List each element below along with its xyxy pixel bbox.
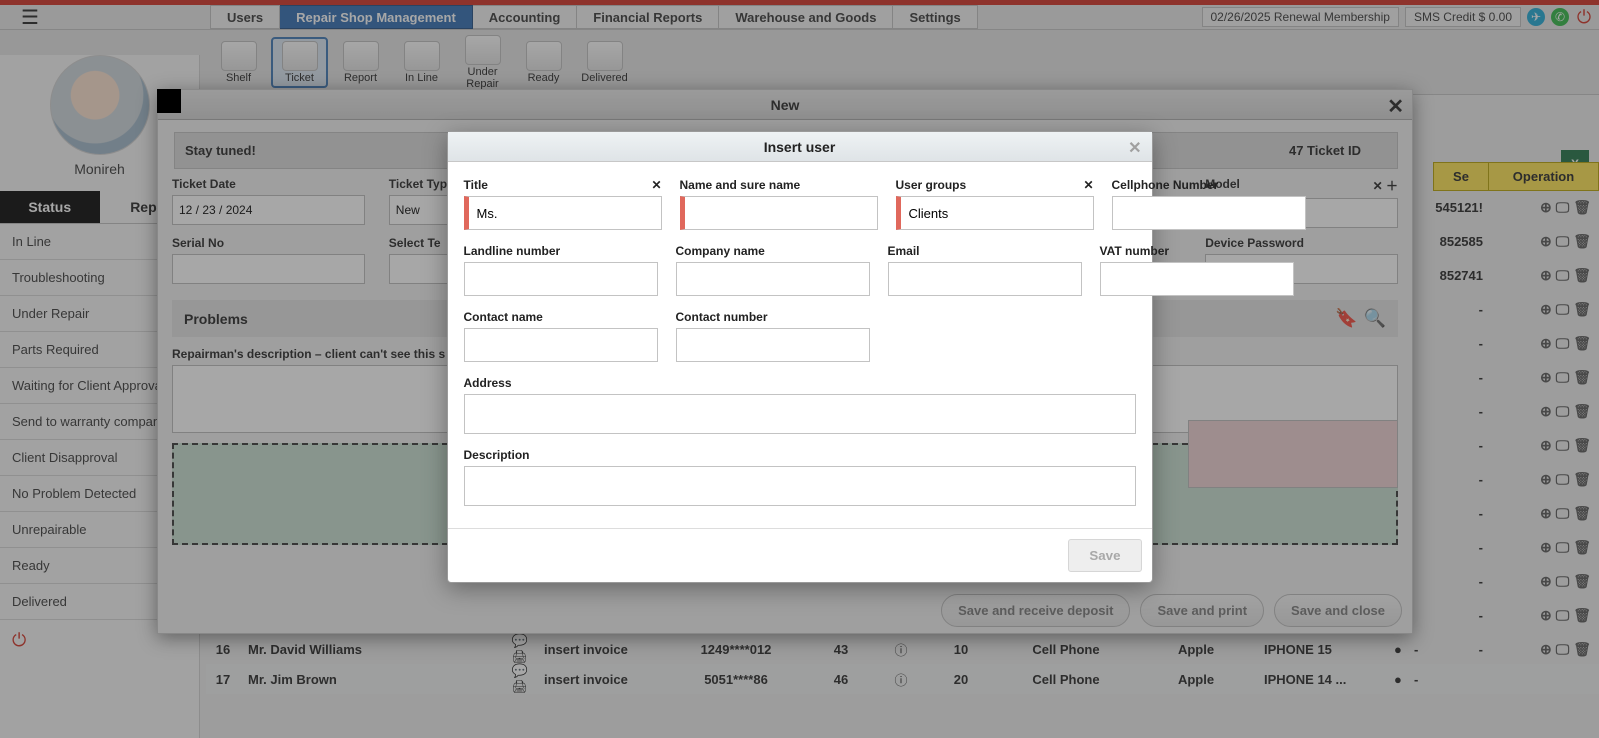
label-title: Title [464,178,488,192]
modal-insert-user: Insert user ✕ Title✕ Name and sure name … [447,131,1153,583]
label-contact-number: Contact number [676,310,870,324]
input-name[interactable] [680,196,878,230]
input-email[interactable] [888,262,1082,296]
close-icon[interactable]: ✕ [1128,138,1141,158]
input-contact-number[interactable] [676,328,870,362]
modal-user-title: Insert user [764,139,836,155]
input-address[interactable] [464,394,1136,434]
input-contact-name[interactable] [464,328,658,362]
input-company[interactable] [676,262,870,296]
input-landline[interactable] [464,262,658,296]
input-cellphone[interactable] [1112,196,1306,230]
clear-groups-icon[interactable]: ✕ [1083,178,1093,192]
label-cellphone: Cellphone Number [1112,178,1306,192]
label-name: Name and sure name [680,178,878,192]
clear-title-icon[interactable]: ✕ [651,178,661,192]
label-email: Email [888,244,1082,258]
label-description: Description [464,448,1136,462]
label-vat: VAT number [1100,244,1294,258]
label-landline: Landline number [464,244,658,258]
save-button[interactable]: Save [1068,539,1141,572]
modal-handle [157,89,181,113]
label-contact-name: Contact name [464,310,658,324]
label-company: Company name [676,244,870,258]
input-description[interactable] [464,466,1136,506]
input-title[interactable] [464,196,662,230]
input-vat[interactable] [1100,262,1294,296]
label-address: Address [464,376,1136,390]
label-groups: User groups [896,178,967,192]
input-groups[interactable] [896,196,1094,230]
